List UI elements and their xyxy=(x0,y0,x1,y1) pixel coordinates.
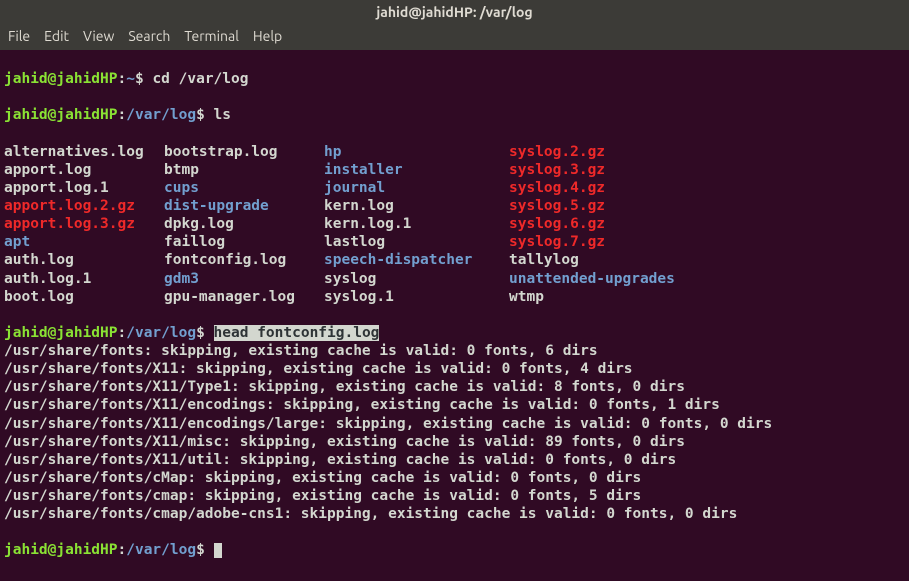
prompt-user: jahid@jahidHP xyxy=(4,107,118,123)
cursor-icon xyxy=(214,543,222,558)
prompt-dollar: $ xyxy=(196,542,213,558)
menu-edit[interactable]: Edit xyxy=(44,28,69,46)
menu-view[interactable]: View xyxy=(83,28,114,46)
ls-entry: fontconfig.log xyxy=(164,251,324,269)
ls-entry: syslog.5.gz xyxy=(509,197,709,215)
prompt-sep: : xyxy=(118,107,127,123)
command-cd: cd /var/log xyxy=(152,71,248,87)
output-line: /usr/share/fonts/X11/Type1: skipping, ex… xyxy=(4,378,905,396)
menu-bar: File Edit View Search Terminal Help xyxy=(0,24,909,50)
ls-entry: btmp xyxy=(164,161,324,179)
ls-entry: gpu-manager.log xyxy=(164,288,324,306)
prompt-dollar: $ xyxy=(196,107,213,123)
menu-help[interactable]: Help xyxy=(253,28,282,46)
output-line: /usr/share/fonts/cmap: skipping, existin… xyxy=(4,487,905,505)
terminal-area[interactable]: jahid@jahidHP:~$ cd /var/log jahid@jahid… xyxy=(0,50,909,581)
ls-entry: speech-dispatcher xyxy=(324,251,509,269)
ls-entry: faillog xyxy=(164,233,324,251)
output-line: /usr/share/fonts: skipping, existing cac… xyxy=(4,342,905,360)
menu-file[interactable]: File xyxy=(8,28,30,46)
ls-row: boot.loggpu-manager.logsyslog.1wtmp xyxy=(4,288,905,306)
ls-entry: apport.log.1 xyxy=(4,179,164,197)
command-head-highlighted: head fontconfig.log xyxy=(214,325,380,341)
ls-entry: wtmp xyxy=(509,288,709,306)
ls-entry: apport.log.3.gz xyxy=(4,215,164,233)
output-line: /usr/share/fonts/cmap/adobe-cns1: skippi… xyxy=(4,505,905,523)
prompt-sep: : xyxy=(118,71,127,87)
ls-entry: syslog.1 xyxy=(324,288,509,306)
ls-entry: hp xyxy=(324,143,509,161)
ls-entry: alternatives.log xyxy=(4,143,164,161)
ls-entry: cups xyxy=(164,179,324,197)
ls-entry: bootstrap.log xyxy=(164,143,324,161)
terminal-line: jahid@jahidHP:~$ cd /var/log xyxy=(4,70,905,88)
ls-entry: journal xyxy=(324,179,509,197)
output-line: /usr/share/fonts/X11/encodings: skipping… xyxy=(4,396,905,414)
ls-entry: kern.log xyxy=(324,197,509,215)
terminal-line: jahid@jahidHP:/var/log$ head fontconfig.… xyxy=(4,325,379,341)
prompt-user: jahid@jahidHP xyxy=(4,542,118,558)
ls-entry: auth.log.1 xyxy=(4,270,164,288)
ls-entry: apt xyxy=(4,233,164,251)
ls-row: apport.log.2.gzdist-upgradekern.logsyslo… xyxy=(4,197,905,215)
ls-row: apport.logbtmpinstallersyslog.3.gz xyxy=(4,161,905,179)
ls-row: apport.log.1cupsjournalsyslog.4.gz xyxy=(4,179,905,197)
ls-entry: gdm3 xyxy=(164,270,324,288)
menu-terminal[interactable]: Terminal xyxy=(184,28,239,46)
output-line: /usr/share/fonts/cMap: skipping, existin… xyxy=(4,469,905,487)
ls-entry: syslog.3.gz xyxy=(509,161,709,179)
ls-row: auth.log.1gdm3syslogunattended-upgrades xyxy=(4,270,905,288)
ls-entry: boot.log xyxy=(4,288,164,306)
output-line: /usr/share/fonts/X11/encodings/large: sk… xyxy=(4,415,905,433)
window-titlebar: jahid@jahidHP: /var/log xyxy=(0,0,909,24)
ls-entry: dist-upgrade xyxy=(164,197,324,215)
prompt-path: /var/log xyxy=(126,325,196,341)
ls-entry: apport.log xyxy=(4,161,164,179)
ls-entry: dpkg.log xyxy=(164,215,324,233)
ls-entry: syslog.4.gz xyxy=(509,179,709,197)
ls-entry: installer xyxy=(324,161,509,179)
ls-entry: tallylog xyxy=(509,251,709,269)
window-title: jahid@jahidHP: /var/log xyxy=(376,4,532,20)
output-line: /usr/share/fonts/X11: skipping, existing… xyxy=(4,360,905,378)
ls-output: alternatives.logbootstrap.loghpsyslog.2.… xyxy=(4,143,905,306)
prompt-sep: : xyxy=(118,325,127,341)
prompt-dollar: $ xyxy=(135,71,152,87)
command-ls: ls xyxy=(214,107,231,123)
ls-row: aptfailloglastlogsyslog.7.gz xyxy=(4,233,905,251)
ls-entry: syslog.2.gz xyxy=(509,143,709,161)
prompt-path: /var/log xyxy=(126,107,196,123)
prompt-path: /var/log xyxy=(126,542,196,558)
menu-search[interactable]: Search xyxy=(128,28,170,46)
prompt-user: jahid@jahidHP xyxy=(4,71,118,87)
head-output: /usr/share/fonts: skipping, existing cac… xyxy=(4,342,905,523)
ls-entry: syslog.6.gz xyxy=(509,215,709,233)
ls-entry: apport.log.2.gz xyxy=(4,197,164,215)
ls-entry: kern.log.1 xyxy=(324,215,509,233)
prompt-sep: : xyxy=(118,542,127,558)
ls-entry: lastlog xyxy=(324,233,509,251)
prompt-user: jahid@jahidHP xyxy=(4,325,118,341)
prompt-path: ~ xyxy=(126,71,135,87)
ls-row: apport.log.3.gzdpkg.logkern.log.1syslog.… xyxy=(4,215,905,233)
ls-entry: unattended-upgrades xyxy=(509,270,709,288)
output-line: /usr/share/fonts/X11/misc: skipping, exi… xyxy=(4,433,905,451)
ls-row: auth.logfontconfig.logspeech-dispatchert… xyxy=(4,251,905,269)
ls-row: alternatives.logbootstrap.loghpsyslog.2.… xyxy=(4,143,905,161)
ls-entry: syslog xyxy=(324,270,509,288)
ls-entry: auth.log xyxy=(4,251,164,269)
ls-entry: syslog.7.gz xyxy=(509,233,709,251)
terminal-line: jahid@jahidHP:/var/log$ xyxy=(4,541,905,559)
output-line: /usr/share/fonts/X11/util: skipping, exi… xyxy=(4,451,905,469)
terminal-line: jahid@jahidHP:/var/log$ ls xyxy=(4,106,905,124)
prompt-dollar: $ xyxy=(196,325,213,341)
